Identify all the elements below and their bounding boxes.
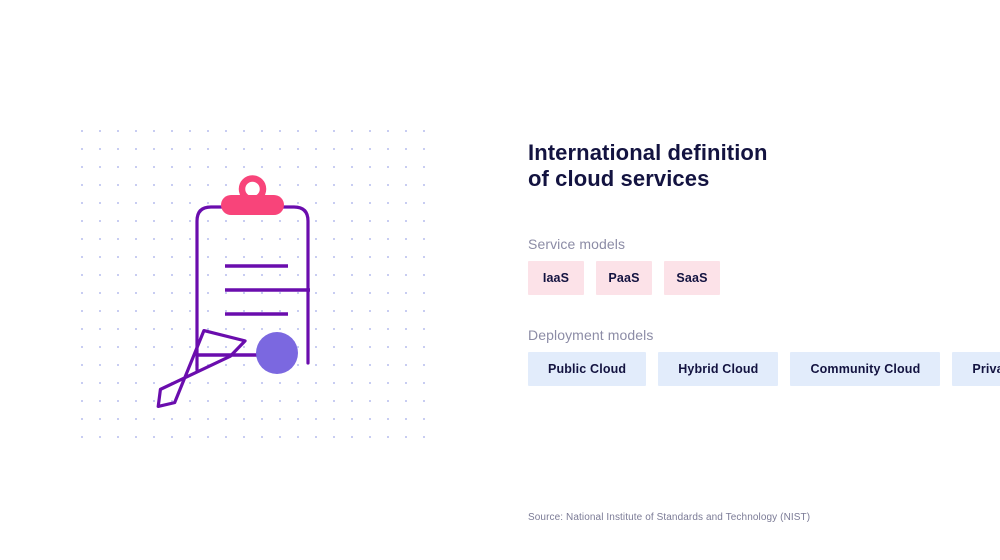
slide-canvas: International definition of cloud servic… [0,0,1000,560]
clipboard-with-pencil-illustration [140,175,340,415]
clipboard-svg [156,175,310,409]
pencil-icon [156,329,247,409]
chip-saas[interactable]: SaaS [664,261,720,295]
page-title: International definition of cloud servic… [528,140,768,191]
service-models-label: Service models [528,236,626,252]
chip-public-cloud[interactable]: Public Cloud [528,352,647,386]
content-panel: International definition of cloud servic… [528,0,1000,560]
chip-iaas[interactable]: IaaS [528,261,584,295]
chip-paas[interactable]: PaaS [596,261,652,295]
service-models-chip-row: IaaS PaaS SaaS [528,261,720,295]
pencil-body [156,329,247,409]
source-note: Source: National Institute of Standards … [528,512,811,523]
deployment-models-label: Deployment models [528,327,654,343]
chip-private-cloud[interactable]: Private Cloud [952,352,1000,386]
clipboard-clip-ring [238,175,267,203]
chip-hybrid-cloud[interactable]: Hybrid Cloud [658,352,779,386]
illustration-panel [0,0,500,560]
deployment-models-chip-row: Public Cloud Hybrid Cloud Community Clou… [528,352,1000,386]
chip-community-cloud[interactable]: Community Cloud [790,352,941,386]
circle-accent [256,332,298,374]
